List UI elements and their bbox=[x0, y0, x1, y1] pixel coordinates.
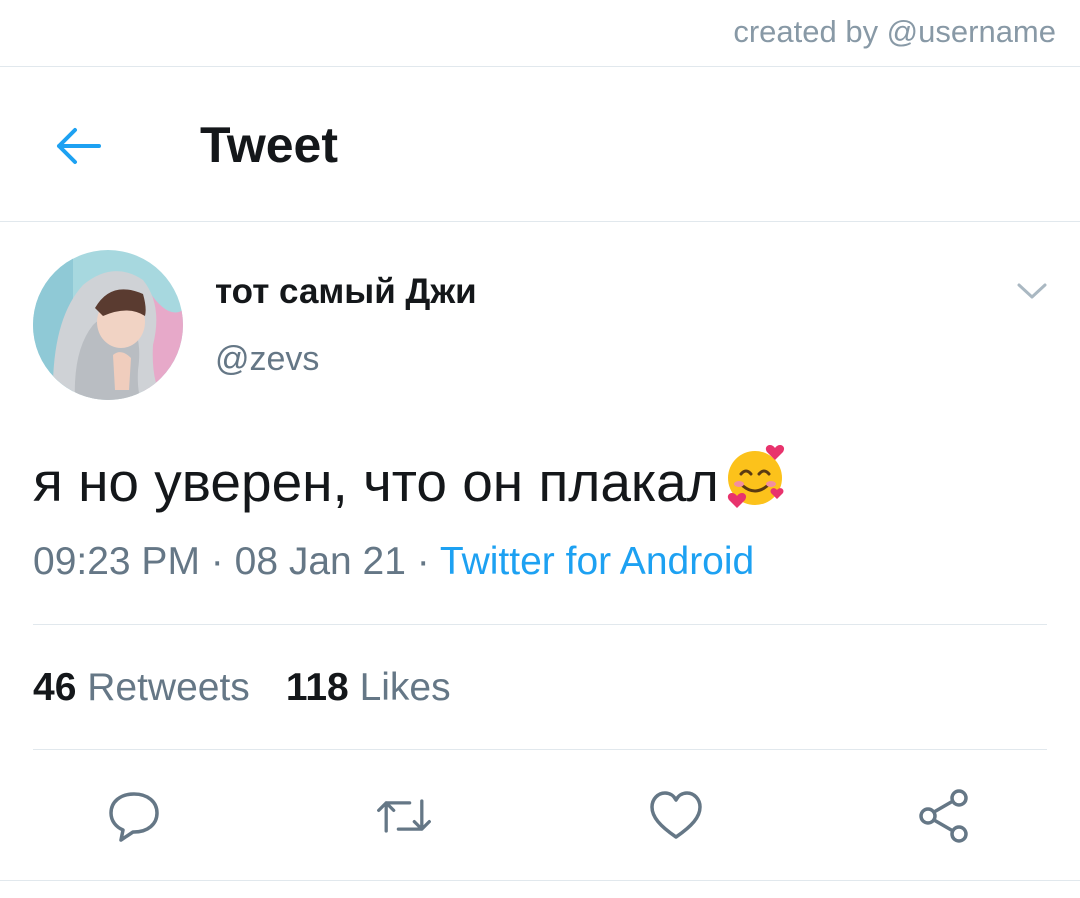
retweets-label: Retweets bbox=[87, 666, 250, 709]
top-divider bbox=[0, 66, 1080, 67]
like-button[interactable] bbox=[646, 786, 706, 846]
retweet-icon bbox=[377, 799, 431, 833]
tweet-stats: 46 Retweets 118 Likes bbox=[33, 666, 451, 710]
retweets-count: 46 bbox=[33, 666, 77, 709]
share-icon bbox=[919, 789, 968, 843]
display-name[interactable]: тот самый Джи bbox=[215, 272, 477, 312]
arrow-left-icon bbox=[57, 128, 101, 164]
tweet-body: я но уверен, что он плакал bbox=[33, 450, 719, 513]
back-button[interactable] bbox=[50, 118, 106, 174]
retweet-button[interactable] bbox=[374, 786, 434, 846]
reply-icon bbox=[109, 792, 159, 842]
like-icon bbox=[650, 791, 702, 839]
likes-stat[interactable]: 118 Likes bbox=[286, 666, 451, 709]
tweet-time: 09:23 PM bbox=[33, 540, 200, 583]
chevron-down-icon bbox=[1017, 283, 1047, 299]
tweet-source-link[interactable]: Twitter for Android bbox=[440, 540, 754, 583]
share-button[interactable] bbox=[914, 786, 974, 846]
tweet-date: 08 Jan 21 bbox=[234, 540, 406, 583]
retweets-stat[interactable]: 46 Retweets bbox=[33, 666, 250, 709]
tweet-menu-button[interactable] bbox=[1012, 276, 1052, 306]
tweet-text: я но уверен, что он плакал bbox=[33, 442, 789, 521]
reply-button[interactable] bbox=[104, 786, 164, 846]
smiling-face-with-hearts-icon bbox=[723, 442, 789, 521]
avatar[interactable] bbox=[33, 250, 183, 400]
likes-count: 118 bbox=[285, 666, 349, 709]
tweet-meta: 09:23 PM · 08 Jan 21 · Twitter for Andro… bbox=[33, 540, 754, 584]
meta-separator: · bbox=[416, 540, 430, 583]
meta-separator: · bbox=[210, 540, 224, 583]
likes-label: Likes bbox=[359, 666, 451, 709]
bottom-divider bbox=[0, 880, 1080, 881]
watermark: created by @username bbox=[733, 14, 1056, 49]
stats-divider bbox=[33, 749, 1047, 750]
page-title: Tweet bbox=[200, 117, 338, 173]
user-handle[interactable]: @zevs bbox=[215, 340, 319, 379]
meta-divider bbox=[33, 624, 1047, 625]
header-divider bbox=[0, 221, 1080, 222]
